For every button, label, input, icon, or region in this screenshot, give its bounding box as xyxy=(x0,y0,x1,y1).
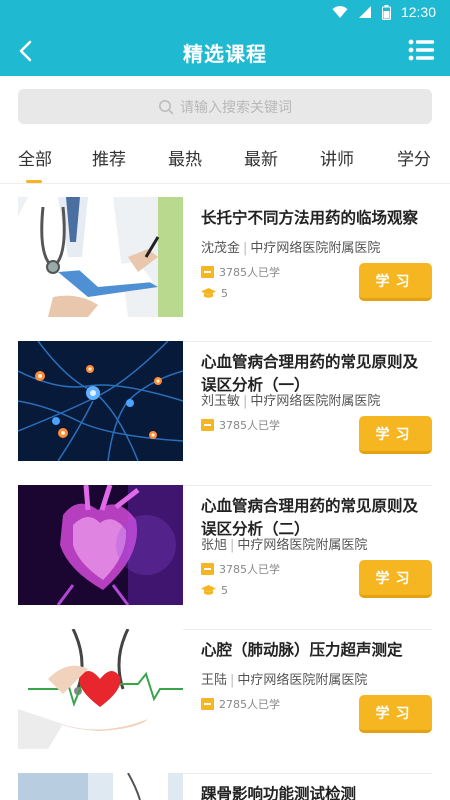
learner-count-text: 3785人已学 xyxy=(219,419,280,432)
study-button[interactable]: 学习 xyxy=(359,560,432,598)
book-icon xyxy=(201,419,214,431)
course-teacher: 刘玉敏 | 中疗网络医院附属医院 xyxy=(201,390,380,409)
search-input[interactable]: 请输入搜索关键词 xyxy=(18,89,432,124)
tab-lecturers[interactable]: 讲师 xyxy=(320,145,354,170)
learner-count: 2785人已学 xyxy=(201,696,280,712)
hospital-name: 中疗网络医院附属医院 xyxy=(250,394,381,409)
hospital-name: 中疗网络医院附属医院 xyxy=(237,538,368,553)
credit-value: 5 xyxy=(221,584,228,597)
learner-count: 3785人已学 xyxy=(201,264,280,280)
app-bar: 精选课程 xyxy=(0,26,450,76)
battery-icon xyxy=(381,4,391,20)
page-title: 精选课程 xyxy=(183,42,267,66)
hospital-name: 中疗网络医院附属医院 xyxy=(237,673,368,688)
status-icons: 12:30 xyxy=(332,4,436,20)
study-button[interactable]: 学习 xyxy=(359,416,432,454)
tab-all[interactable]: 全部 xyxy=(18,145,52,170)
active-tab-indicator xyxy=(26,180,42,183)
list-icon xyxy=(408,39,434,61)
cell-signal-icon xyxy=(358,6,371,18)
separator: | xyxy=(230,673,235,688)
course-thumbnail xyxy=(18,197,183,317)
learner-count: 3785人已学 xyxy=(201,417,280,433)
search-icon xyxy=(159,99,174,114)
course-teacher: 沈茂金 | 中疗网络医院附属医院 xyxy=(201,237,380,256)
teacher-name: 沈茂金 xyxy=(201,241,241,256)
separator: | xyxy=(230,538,235,553)
book-icon xyxy=(201,266,214,278)
learner-count-text: 3785人已学 xyxy=(219,266,280,279)
search-placeholder: 请输入搜索关键词 xyxy=(180,99,292,116)
study-button[interactable]: 学习 xyxy=(359,695,432,733)
course-item[interactable]: 长托宁不同方法用药的临场观察 沈茂金 | 中疗网络医院附属医院 3785人已学 5 … xyxy=(18,197,432,342)
study-button[interactable]: 学习 xyxy=(359,263,432,301)
course-title: 心腔（肺动脉）压力超声测定 xyxy=(201,641,403,659)
course-teacher: 张旭 | 中疗网络医院附属医院 xyxy=(201,534,367,553)
credit-count: 5 xyxy=(201,287,228,300)
graduation-cap-icon xyxy=(201,585,216,595)
learner-count: 3785人已学 xyxy=(201,561,280,577)
course-item[interactable]: 心血管病合理用药的常见原则及误区分析（一） 刘玉敏 | 中疗网络医院附属医院 378… xyxy=(18,341,432,486)
credit-value: 5 xyxy=(221,287,228,300)
course-teacher: 王陆 | 中疗网络医院附属医院 xyxy=(201,669,367,688)
category-tabs: 全部 推荐 最热 最新 讲师 学分 xyxy=(0,136,450,184)
learner-count-text: 3785人已学 xyxy=(219,563,280,576)
wifi-icon xyxy=(332,6,348,18)
course-thumbnail xyxy=(18,341,183,461)
teacher-name: 王陆 xyxy=(201,673,228,688)
tab-hottest[interactable]: 最热 xyxy=(168,145,202,170)
course-title: 踝骨影响功能测试检测 xyxy=(201,785,357,800)
teacher-name: 张旭 xyxy=(201,538,228,553)
teacher-name: 刘玉敏 xyxy=(201,394,241,409)
credit-count: 5 xyxy=(201,584,228,597)
tab-credits[interactable]: 学分 xyxy=(397,145,431,170)
course-item[interactable]: 踝骨影响功能测试检测 xyxy=(18,773,432,800)
separator: | xyxy=(243,394,248,409)
course-thumbnail xyxy=(18,629,183,749)
status-bar: 12:30 xyxy=(0,0,450,26)
course-thumbnail xyxy=(18,485,183,605)
hospital-name: 中疗网络医院附属医院 xyxy=(250,241,381,256)
course-item[interactable]: 心血管病合理用药的常见原则及误区分析（二） 张旭 | 中疗网络医院附属医院 3785… xyxy=(18,485,432,630)
learner-count-text: 2785人已学 xyxy=(219,698,280,711)
graduation-cap-icon xyxy=(201,288,216,298)
course-title: 长托宁不同方法用药的临场观察 xyxy=(201,209,419,227)
course-item[interactable]: 心腔（肺动脉）压力超声测定 王陆 | 中疗网络医院附属医院 2785人已学 学习 xyxy=(18,629,432,774)
separator: | xyxy=(243,241,248,256)
book-icon xyxy=(201,698,214,710)
tab-newest[interactable]: 最新 xyxy=(244,145,278,170)
status-time: 12:30 xyxy=(400,4,436,20)
book-icon xyxy=(201,563,214,575)
course-thumbnail xyxy=(18,773,183,800)
list-menu-button[interactable] xyxy=(408,38,434,62)
tab-recommended[interactable]: 推荐 xyxy=(92,145,126,170)
